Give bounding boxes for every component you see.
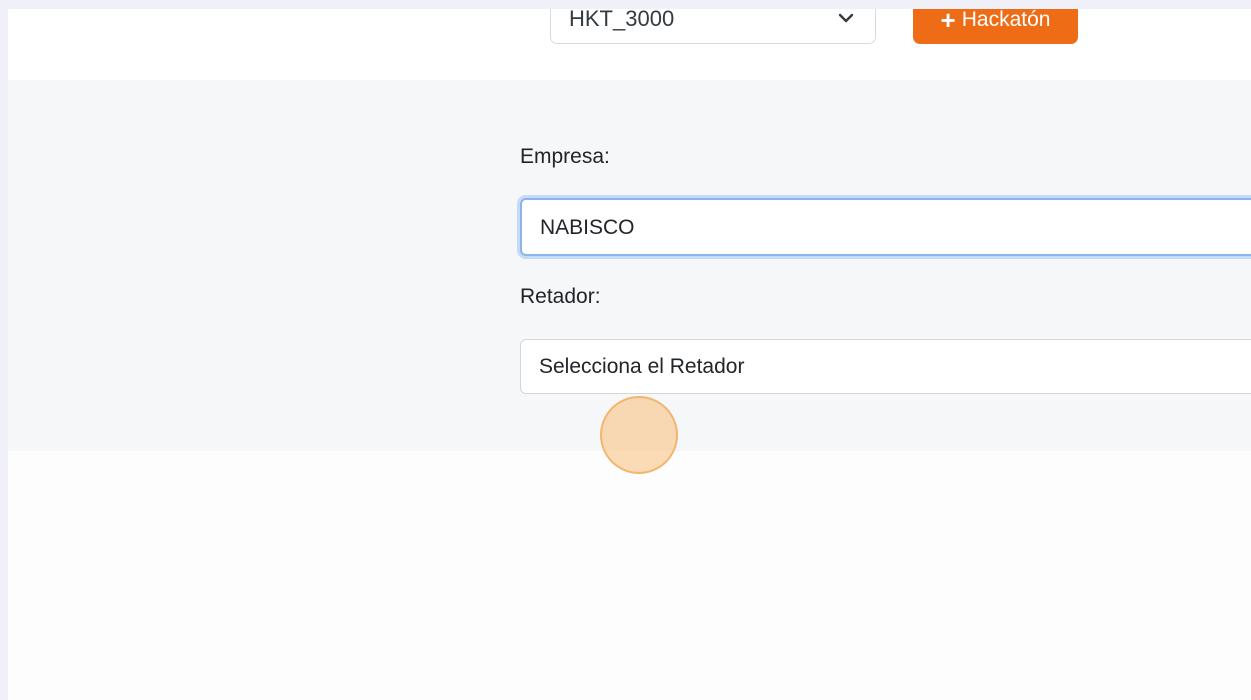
hackathon-select[interactable]: HKT_3000 <box>550 9 876 44</box>
page-content: HKT_3000 + Hackatón Empresa: NABISCO Ret… <box>8 9 1251 700</box>
click-indicator <box>600 396 678 474</box>
add-hackathon-label: Hackatón <box>961 9 1051 31</box>
chevron-down-icon <box>838 13 854 23</box>
hackathon-select-value: HKT_3000 <box>569 9 675 31</box>
form-section: Empresa: NABISCO Retador: Selecciona el … <box>8 80 1251 474</box>
retador-select[interactable]: Selecciona el Retador <box>520 339 1251 394</box>
empresa-field[interactable]: NABISCO <box>520 198 1251 256</box>
retador-placeholder: Selecciona el Retador <box>539 355 745 378</box>
retador-label: Retador: <box>520 285 601 308</box>
empresa-label: Empresa: <box>520 145 610 168</box>
add-hackathon-button[interactable]: + Hackatón <box>913 9 1078 44</box>
plus-icon: + <box>940 9 956 35</box>
empresa-value: NABISCO <box>540 216 635 239</box>
top-toolbar: HKT_3000 + Hackatón <box>8 9 1251 80</box>
